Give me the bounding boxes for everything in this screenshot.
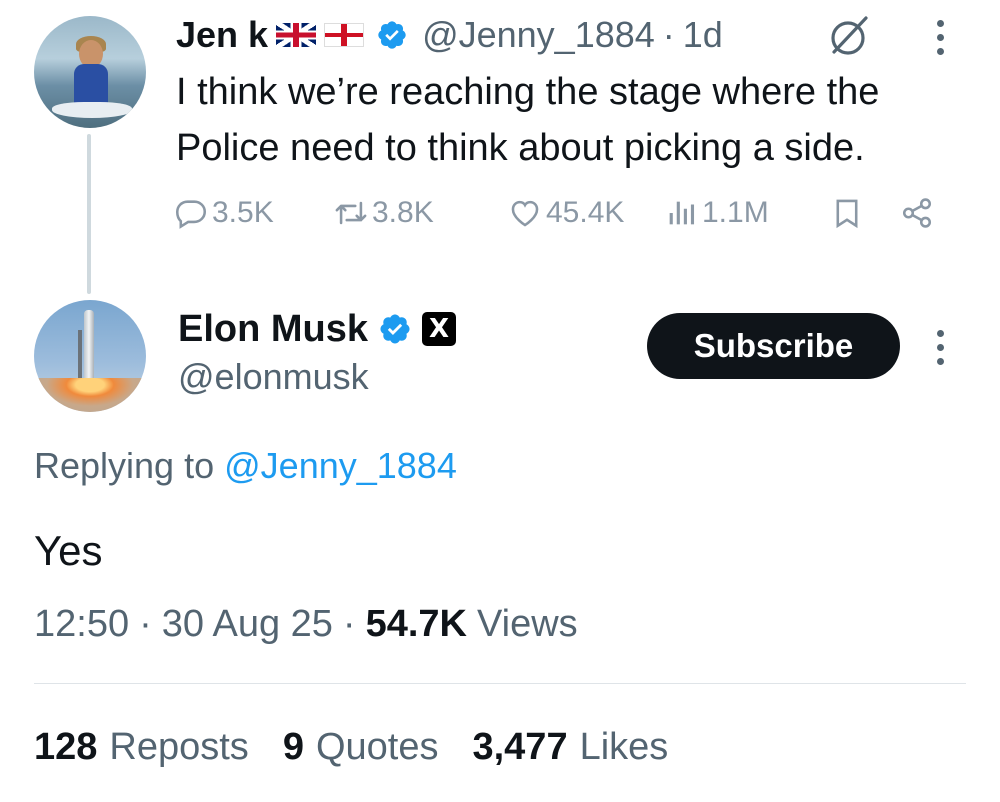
divider [34,683,966,684]
bookmark-icon [836,199,858,229]
tweet-detail-page: Jen k @Jenny_1884 · 1d I think we’re rea… [0,0,1000,802]
reply-button[interactable]: 3.5K [174,196,274,230]
repost-button[interactable]: 3.8K [334,196,434,230]
parent-author-name[interactable]: Jen k [176,14,268,56]
repost-icon [335,201,367,225]
parent-tweet-text: I think we’re reaching the stage where t… [176,71,880,169]
jen-avatar[interactable] [34,16,146,128]
header-separator: · [662,14,675,55]
reposts-count: 128 [34,725,98,768]
quotes-count: 9 [282,725,304,768]
bookmark-button[interactable] [830,196,864,230]
thread-connector-line [87,134,91,294]
tweet-time[interactable]: 12:50 [34,603,129,646]
repost-count: 3.8K [372,196,434,229]
replying-prefix: Replying to [34,445,215,486]
parent-tweet-header: Jen k @Jenny_1884 · 1d [176,12,723,58]
likes-label: Likes [579,725,669,768]
tweet-date[interactable]: 30 Aug 25 [162,603,333,646]
reply-count: 3.5K [212,196,274,229]
views-icon [669,201,695,225]
parent-action-bar: 3.5K 3.8K 45.4K 1.1M [174,196,964,242]
views-count: 1.1M [702,196,769,229]
replying-to-line: Replying to @Jenny_1884 [34,445,457,487]
like-count: 45.4K [546,196,625,229]
parent-tweet-time[interactable]: 1d [683,14,723,56]
grok-icon[interactable] [828,14,872,58]
meta-separator: · [342,602,356,645]
parent-more-icon[interactable] [934,20,946,55]
parent-author-handle[interactable]: @Jenny_1884 [422,14,655,56]
uk-flag-icon [276,23,317,47]
quotes-label: Quotes [315,725,439,768]
views-label: Views [476,602,578,645]
meta-separator: · [139,602,152,645]
verified-badge-icon [380,314,410,344]
tweet-meta: 12:50 · 30 Aug 25 · 54.7K Views [34,600,578,648]
verified-badge-icon [378,21,406,49]
replying-mention-link[interactable]: @Jenny_1884 [224,445,457,486]
reply-icon [175,200,207,229]
reposts-stat[interactable]: 128 Reposts [34,726,249,769]
share-button[interactable] [900,196,934,230]
views-button[interactable]: 1.1M [664,196,769,230]
likes-count: 3,477 [472,725,568,768]
reposts-label: Reposts [109,725,249,768]
elon-avatar[interactable] [34,300,146,412]
likes-stat[interactable]: 3,477 Likes [472,726,668,769]
main-tweet-header: Elon Musk X [178,306,457,352]
england-flag-icon [324,23,365,47]
main-author-handle[interactable]: @elonmusk [178,356,369,398]
subscribe-button[interactable]: Subscribe [647,313,900,379]
engagement-stats: 128 Reposts 9 Quotes 3,477 Likes [34,722,702,772]
like-icon [511,200,539,227]
main-author-name[interactable]: Elon Musk [178,308,368,351]
main-more-icon[interactable] [934,330,946,365]
x-logo-icon: X [422,312,457,346]
views-total: 54.7K [365,602,467,645]
main-tweet-text: Yes [34,527,103,574]
like-button[interactable]: 45.4K [508,196,624,230]
share-icon [902,198,932,228]
quotes-stat[interactable]: 9 Quotes [283,726,439,769]
